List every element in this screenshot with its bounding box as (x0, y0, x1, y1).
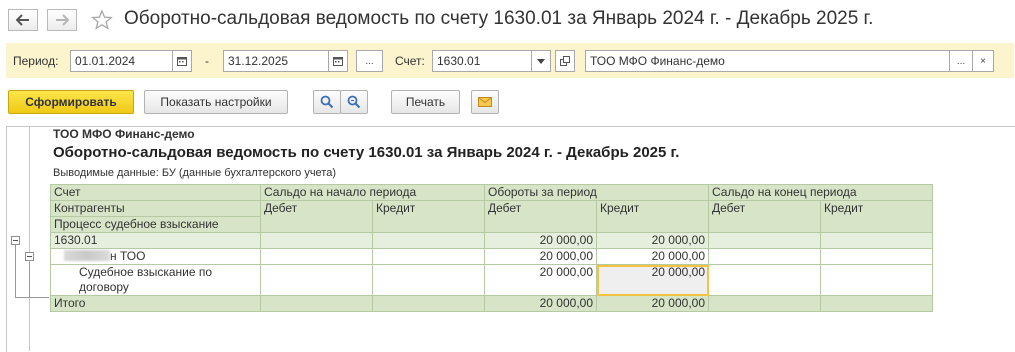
header-account: Счет (50, 184, 261, 201)
cell-empty[interactable] (372, 264, 485, 296)
cell-empty[interactable] (372, 232, 485, 249)
chevron-down-icon (537, 58, 545, 64)
arrow-right-icon (56, 14, 69, 26)
redacted-text (64, 250, 110, 261)
cell-empty[interactable] (260, 232, 373, 249)
favorite-star-icon[interactable] (91, 9, 113, 31)
account-open-button[interactable] (555, 50, 575, 72)
header-turnover: Обороты за период (484, 184, 709, 201)
organization-field[interactable]: ТОО МФО Финанс-демо (585, 50, 950, 72)
header-turnover-credit: Кредит (596, 200, 709, 233)
tree-line (15, 297, 30, 298)
account-field[interactable]: 1630.01 (432, 50, 532, 72)
header-turnover-debit: Дебет (484, 200, 597, 233)
calendar-icon (333, 57, 343, 66)
calendar-icon (177, 57, 187, 66)
report-title: Оборотно-сальдовая ведомость по счету 16… (53, 144, 680, 161)
account-cell[interactable]: 1630.01 (50, 232, 261, 249)
contractor-cell[interactable]: н ТОО (50, 248, 261, 265)
tree-line (29, 262, 30, 297)
cell-empty[interactable] (820, 248, 933, 265)
search-settings-button[interactable] (340, 90, 368, 114)
date-to-calendar-button[interactable] (328, 50, 348, 72)
cell-empty[interactable] (260, 264, 373, 296)
header-opening-debit: Дебет (260, 200, 373, 233)
table-row[interactable]: Судебное взыскание по договору 20 000,00… (50, 264, 933, 296)
date-from-field[interactable]: 01.01.2024 (70, 50, 173, 72)
header-closing-credit: Кредит (820, 200, 933, 233)
back-button[interactable] (8, 9, 38, 31)
header-closing-balance: Сальдо на конец периода (708, 184, 933, 201)
account-dropdown-button[interactable] (531, 50, 551, 72)
account-label: Счет: (395, 54, 425, 68)
show-settings-button[interactable]: Показать настройки (144, 90, 288, 114)
turnover-debit-cell[interactable]: 20 000,00 (484, 232, 597, 249)
search-button[interactable] (313, 90, 341, 114)
header-closing-debit: Дебет (708, 200, 821, 233)
header-opening-credit: Кредит (372, 200, 485, 233)
turnover-credit-cell[interactable]: 20 000,00 (596, 248, 709, 265)
process-cell[interactable]: Судебное взыскание по договору (50, 264, 261, 296)
report-organization: ТОО МФО Финанс-демо (53, 127, 195, 141)
open-link-icon (560, 56, 570, 66)
send-email-button[interactable] (471, 90, 499, 114)
header-opening-balance: Сальдо на начало периода (260, 184, 485, 201)
cell-empty[interactable] (708, 232, 821, 249)
tree-line (29, 297, 49, 298)
period-label: Период: (13, 54, 59, 68)
search-settings-icon (347, 95, 361, 109)
search-icon (320, 95, 334, 109)
total-turnover-debit[interactable]: 20 000,00 (484, 295, 597, 312)
tree-line (15, 245, 16, 297)
cell-empty[interactable] (820, 295, 933, 312)
table-row[interactable]: н ТОО 20 000,00 20 000,00 (50, 248, 933, 265)
contractor-name: н ТОО (110, 249, 146, 264)
report-table: Счет Сальдо на начало периода Обороты за… (50, 184, 933, 312)
collapse-account-icon[interactable] (11, 236, 20, 245)
print-button[interactable]: Печать (391, 90, 460, 114)
cell-empty[interactable] (372, 248, 485, 265)
turnover-debit-cell[interactable]: 20 000,00 (484, 248, 597, 265)
header-row: Контрагенты Дебет Кредит Дебет Кредит Де… (50, 200, 933, 233)
cell-empty[interactable] (708, 295, 821, 312)
gutter-divider (29, 126, 30, 351)
total-row[interactable]: Итого 20 000,00 20 000,00 (50, 295, 933, 312)
header-process: Процесс судебное взыскание (50, 216, 261, 233)
date-from-calendar-button[interactable] (172, 50, 192, 72)
turnover-debit-cell[interactable]: 20 000,00 (484, 264, 597, 296)
collapse-contractor-icon[interactable] (25, 252, 34, 261)
turnover-credit-cell-selected[interactable]: 20 000,00 (596, 264, 709, 296)
total-label[interactable]: Итого (50, 295, 261, 312)
turnover-credit-cell[interactable]: 20 000,00 (596, 232, 709, 249)
generate-button[interactable]: Сформировать (8, 90, 134, 114)
cell-empty[interactable] (260, 295, 373, 312)
header-row: Счет Сальдо на начало периода Обороты за… (50, 184, 933, 201)
cell-empty[interactable] (708, 264, 821, 296)
table-row[interactable]: 1630.01 20 000,00 20 000,00 (50, 232, 933, 249)
cell-empty[interactable] (372, 295, 485, 312)
header-contractors: Контрагенты (50, 200, 261, 217)
cell-empty[interactable] (820, 264, 933, 296)
total-turnover-credit[interactable]: 20 000,00 (596, 295, 709, 312)
date-to-field[interactable]: 31.12.2025 (223, 50, 330, 72)
organization-select-button[interactable]: ... (949, 50, 973, 72)
arrow-left-icon (16, 14, 29, 26)
cell-empty[interactable] (708, 248, 821, 265)
window-title: Оборотно-сальдовая ведомость по счету 16… (124, 8, 874, 29)
report-params: Выводимые данные: БУ (данные бухгалтерск… (53, 167, 336, 179)
envelope-icon (478, 97, 492, 107)
forward-button[interactable] (47, 9, 77, 31)
organization-clear-button[interactable]: × (972, 50, 994, 72)
cell-empty[interactable] (260, 248, 373, 265)
cell-empty[interactable] (820, 232, 933, 249)
period-dash: - (205, 54, 209, 68)
period-select-button[interactable]: ... (356, 50, 383, 72)
